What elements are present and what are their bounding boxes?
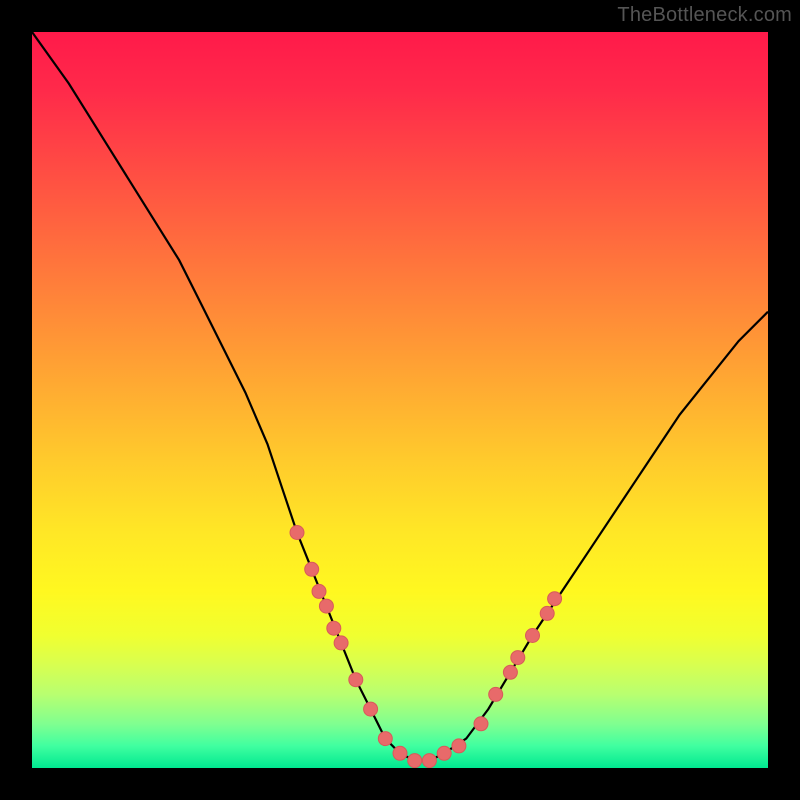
marker-dot xyxy=(393,746,407,760)
marker-dot xyxy=(526,629,540,643)
marker-dot xyxy=(327,621,341,635)
marker-dot xyxy=(312,584,326,598)
marker-dot xyxy=(290,526,304,540)
plot-area xyxy=(32,32,768,768)
marker-dot xyxy=(540,606,554,620)
outer-frame: TheBottleneck.com xyxy=(0,0,800,800)
curve-layer xyxy=(32,32,768,768)
marker-dot xyxy=(474,717,488,731)
marker-dot xyxy=(378,732,392,746)
marker-dot xyxy=(503,665,517,679)
bottleneck-curve xyxy=(32,32,768,761)
marker-dot xyxy=(437,746,451,760)
marker-dot xyxy=(422,754,436,768)
marker-dot xyxy=(408,754,422,768)
marker-dot xyxy=(349,673,363,687)
marker-dot xyxy=(319,599,333,613)
marker-dot xyxy=(334,636,348,650)
marker-dot xyxy=(511,651,525,665)
marker-group xyxy=(290,526,562,768)
marker-dot xyxy=(452,739,466,753)
marker-dot xyxy=(305,562,319,576)
marker-dot xyxy=(489,687,503,701)
watermark-text: TheBottleneck.com xyxy=(617,4,792,27)
marker-dot xyxy=(548,592,562,606)
marker-dot xyxy=(364,702,378,716)
